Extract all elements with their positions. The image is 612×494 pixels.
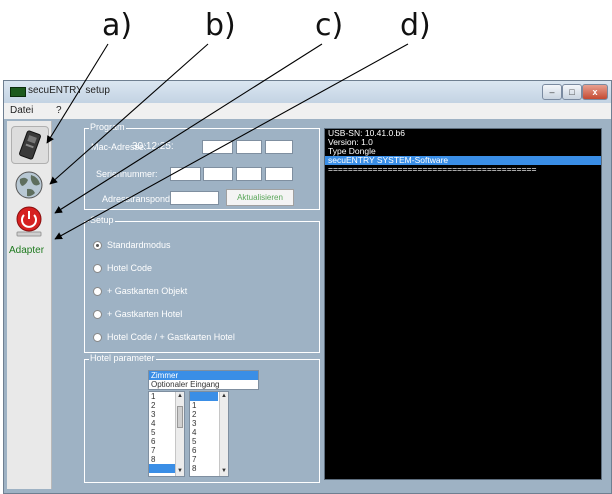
transponder-label: Adresstransponder: [102, 194, 179, 204]
serial-field-3[interactable]: [236, 167, 262, 181]
menu-bar: Datei ?: [4, 103, 611, 120]
serial-field-1[interactable]: [170, 167, 201, 181]
network-button[interactable]: [11, 167, 47, 203]
callout-d: d): [400, 8, 431, 43]
sidebar: Adapter: [7, 121, 52, 489]
program-group-title: Program: [89, 122, 126, 132]
number-list-2[interactable]: 1 2 3 4 5 6 7 8 ▲ ▼: [189, 391, 229, 477]
close-button[interactable]: x: [582, 84, 608, 100]
console-line: USB-SN: 10.41.0.b6: [328, 129, 406, 138]
list-1-scrollbar[interactable]: ▲ ▼: [175, 392, 184, 476]
radio-guest-hotel-label: + Gastkarten Hotel: [107, 309, 183, 319]
scroll-down-icon[interactable]: ▼: [176, 467, 184, 476]
scroll-up-icon[interactable]: ▲: [220, 392, 228, 401]
mac-prefix: 30:12:25:: [132, 141, 174, 152]
list-2-scrollbar[interactable]: ▲ ▼: [219, 392, 228, 476]
mac-field-2[interactable]: [236, 140, 262, 154]
radio-hotel-code-button[interactable]: [93, 264, 102, 273]
transponder-field[interactable]: [170, 191, 219, 205]
radio-hotel-code-label: Hotel Code: [107, 263, 153, 273]
program-group: Program Mac-Adresse: 30:12:25: Seriennum…: [84, 122, 320, 210]
hotel-parameter-title: Hotel parameter: [89, 353, 156, 363]
list-item-selected[interactable]: [149, 464, 176, 473]
setup-group: Setup Standardmodus Hotel Code + Gastkar…: [84, 215, 320, 353]
menu-datei[interactable]: Datei: [10, 105, 33, 116]
power-button[interactable]: [11, 204, 47, 240]
hotel-parameter-group: Hotel parameter Zimmer Optionaler Eingan…: [84, 353, 320, 483]
app-icon: [10, 87, 26, 97]
window-title: secuENTRY setup: [28, 85, 110, 96]
power-icon: [16, 206, 42, 237]
refresh-button[interactable]: Aktualisieren: [226, 189, 294, 206]
callout-c: c): [315, 8, 344, 43]
scroll-thumb[interactable]: [177, 406, 183, 428]
console-line: Type Dongle: [328, 147, 376, 156]
title-bar[interactable]: secuENTRY setup – □ x: [4, 81, 611, 103]
serial-field-4[interactable]: [265, 167, 293, 181]
setup-group-title: Setup: [89, 215, 115, 225]
hotel-type-option[interactable]: Zimmer: [149, 371, 258, 380]
list-item-selected[interactable]: [190, 392, 218, 401]
minimize-button[interactable]: –: [542, 84, 562, 100]
radio-guest-hotel-button[interactable]: [93, 310, 102, 319]
dongle-icon: [19, 130, 41, 160]
radio-hotel-code-guest-hotel-label: Hotel Code / + Gastkarten Hotel: [107, 332, 235, 342]
console-line: ========================================…: [328, 165, 537, 174]
scroll-up-icon[interactable]: ▲: [176, 392, 184, 401]
radio-guest-object-button[interactable]: [93, 287, 102, 296]
radio-guest-object-label: + Gastkarten Objekt: [107, 286, 188, 296]
hotel-type-list[interactable]: Zimmer Optionaler Eingang: [148, 370, 259, 390]
mac-field-1[interactable]: [202, 140, 233, 154]
callout-a: a): [102, 8, 133, 43]
radio-standard-button[interactable]: [93, 241, 102, 250]
radio-hotel-code-guest-hotel-button[interactable]: [93, 333, 102, 342]
client-area: Adapter Program Mac-Adresse: 30:12:25: S…: [4, 119, 611, 493]
app-window: secuENTRY setup – □ x Datei ? Adapter Pr…: [3, 80, 612, 494]
console-output[interactable]: USB-SN: 10.41.0.b6 Version: 1.0 Type Don…: [324, 128, 602, 480]
number-list-1[interactable]: 1 2 3 4 5 6 7 8 ▲ ▼: [148, 391, 185, 477]
maximize-button[interactable]: □: [562, 84, 582, 100]
radio-standard-label: Standardmodus: [107, 240, 171, 250]
console-line: Version: 1.0: [328, 138, 373, 147]
adapter-label: Adapter: [9, 245, 45, 256]
callout-b: b): [205, 8, 236, 43]
globe-icon: [15, 171, 43, 199]
mac-field-3[interactable]: [265, 140, 293, 154]
hotel-type-option[interactable]: Optionaler Eingang: [149, 380, 258, 389]
menu-help[interactable]: ?: [56, 105, 62, 116]
scroll-down-icon[interactable]: ▼: [220, 467, 228, 476]
serial-field-2[interactable]: [203, 167, 233, 181]
serial-label: Seriennummer:: [96, 169, 158, 179]
dongle-button[interactable]: [11, 126, 49, 164]
console-line-highlighted: secuENTRY SYSTEM-Software: [325, 156, 601, 165]
